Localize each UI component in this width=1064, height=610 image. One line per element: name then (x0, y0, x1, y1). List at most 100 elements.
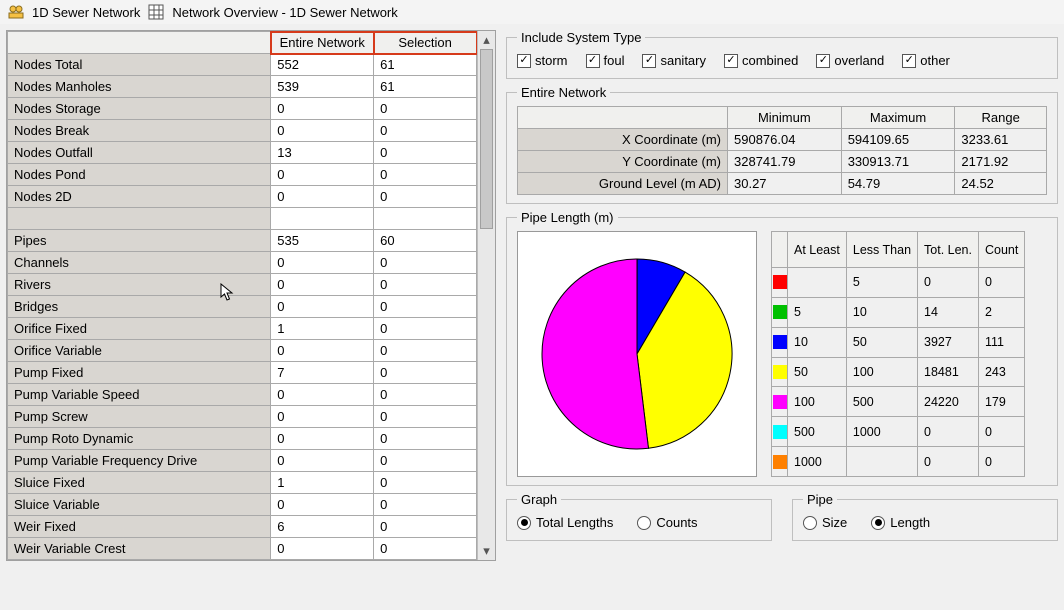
stats-row-label: Nodes Break (8, 120, 271, 142)
pipe-atleast: 100 (788, 387, 847, 417)
stats-row-entire: 0 (271, 428, 374, 450)
system-type-checkbox-foul[interactable]: ✓foul (586, 53, 625, 68)
extents-row-range: 2171.92 (955, 151, 1047, 173)
extents-row-label: Y Coordinate (m) (518, 151, 728, 173)
pipe-lessthan-header: Less Than (846, 232, 917, 268)
stats-row-selection: 0 (374, 340, 477, 362)
pipe-atleast: 1000 (788, 447, 847, 477)
pipe-length-legend: Pipe Length (m) (517, 210, 618, 225)
stats-row[interactable]: Bridges00 (8, 296, 477, 318)
stats-row[interactable]: Sluice Variable00 (8, 494, 477, 516)
stats-row-label: Weir Variable Crest (8, 538, 271, 560)
stats-row[interactable]: Nodes Pond00 (8, 164, 477, 186)
pipe-count: 0 (978, 268, 1024, 298)
pipe-atleast: 500 (788, 417, 847, 447)
stats-row-entire: 0 (271, 494, 374, 516)
extents-row-min: 30.27 (728, 173, 842, 195)
checkbox-label: other (920, 53, 950, 68)
stats-row[interactable]: Pump Roto Dynamic00 (8, 428, 477, 450)
pipe-group: Pipe SizeLength (792, 492, 1058, 541)
checkbox-icon: ✓ (642, 54, 656, 68)
pipe-length-table: At Least Less Than Tot. Len. Count 50051… (771, 231, 1025, 477)
system-type-checkbox-combined[interactable]: ✓combined (724, 53, 798, 68)
stats-row[interactable]: Nodes Break00 (8, 120, 477, 142)
stats-row-entire: 0 (271, 538, 374, 560)
stats-row[interactable]: Pump Variable Frequency Drive00 (8, 450, 477, 472)
pipe-radio-size[interactable]: Size (803, 515, 847, 530)
stats-row[interactable]: Weir Variable Crest00 (8, 538, 477, 560)
stats-row[interactable]: Orifice Fixed10 (8, 318, 477, 340)
stats-row[interactable]: Nodes Total55261 (8, 54, 477, 76)
stats-row[interactable]: Nodes Manholes53961 (8, 76, 477, 98)
pipe-count: 2 (978, 297, 1024, 327)
scroll-thumb[interactable] (480, 49, 493, 229)
stats-row[interactable]: Pipes53560 (8, 230, 477, 252)
pipe-lessthan: 100 (846, 357, 917, 387)
stats-row[interactable]: Pump Variable Speed00 (8, 384, 477, 406)
scroll-down-icon[interactable]: ▾ (478, 542, 495, 560)
graph-radio-counts[interactable]: Counts (637, 515, 697, 530)
pipe-lessthan: 500 (846, 387, 917, 417)
scroll-up-icon[interactable]: ▴ (478, 31, 495, 49)
graph-legend: Graph (517, 492, 561, 507)
stats-row-label: Nodes Outfall (8, 142, 271, 164)
stats-row-entire: 0 (271, 252, 374, 274)
radio-label-text: Length (890, 515, 930, 530)
extents-row-max: 594109.65 (841, 129, 955, 151)
checkbox-icon: ✓ (724, 54, 738, 68)
pie-chart (517, 231, 757, 477)
stats-row[interactable]: Rivers00 (8, 274, 477, 296)
extents-min-header: Minimum (728, 107, 842, 129)
stats-row[interactable]: Sluice Fixed10 (8, 472, 477, 494)
pipe-length-row: 500100000 (772, 417, 1025, 447)
stats-row[interactable]: Channels00 (8, 252, 477, 274)
stats-row[interactable]: Weir Fixed60 (8, 516, 477, 538)
stats-row-entire: 0 (271, 384, 374, 406)
stats-scrollbar[interactable]: ▴ ▾ (477, 31, 495, 560)
pipe-length-row: 500 (772, 268, 1025, 298)
pipe-atleast: 50 (788, 357, 847, 387)
pipe-length-group: Pipe Length (m) At Least Less Than Tot. … (506, 210, 1058, 486)
stats-row-selection: 0 (374, 318, 477, 340)
stats-row-entire: 6 (271, 516, 374, 538)
pipe-radio-length[interactable]: Length (871, 515, 930, 530)
stats-row[interactable]: Nodes Outfall130 (8, 142, 477, 164)
pipe-totlen: 24220 (918, 387, 979, 417)
stats-row-selection: 0 (374, 406, 477, 428)
stats-row-selection: 61 (374, 76, 477, 98)
stats-row-selection: 0 (374, 362, 477, 384)
system-type-checkbox-overland[interactable]: ✓overland (816, 53, 884, 68)
stats-table: Entire Network Selection Nodes Total5526… (7, 31, 477, 560)
system-type-group: Include System Type ✓storm✓foul✓sanitary… (506, 30, 1058, 79)
pipe-count: 0 (978, 417, 1024, 447)
pipe-swatch-header (772, 232, 788, 268)
stats-row-label: Nodes 2D (8, 186, 271, 208)
system-type-checkbox-other[interactable]: ✓other (902, 53, 950, 68)
title-network: 1D Sewer Network (32, 5, 140, 20)
graph-radio-total-lengths[interactable]: Total Lengths (517, 515, 613, 530)
checkbox-icon: ✓ (517, 54, 531, 68)
stats-row-entire: 0 (271, 186, 374, 208)
stats-row[interactable]: Nodes Storage00 (8, 98, 477, 120)
pipe-length-row: 10050024220179 (772, 387, 1025, 417)
stats-row-selection: 0 (374, 142, 477, 164)
pipe-atleast: 5 (788, 297, 847, 327)
checkbox-label: storm (535, 53, 568, 68)
system-type-checkbox-storm[interactable]: ✓ storm (517, 53, 568, 68)
stats-row[interactable]: Orifice Variable00 (8, 340, 477, 362)
title-overview: Network Overview - 1D Sewer Network (172, 5, 397, 20)
stats-row-selection: 0 (374, 98, 477, 120)
stats-row[interactable]: Nodes 2D00 (8, 186, 477, 208)
stats-header-selection[interactable]: Selection (374, 32, 477, 54)
stats-row-selection: 0 (374, 538, 477, 560)
pipe-atleast: 10 (788, 327, 847, 357)
system-type-checkbox-sanitary[interactable]: ✓sanitary (642, 53, 706, 68)
stats-row-label: Nodes Storage (8, 98, 271, 120)
stats-row[interactable] (8, 208, 477, 230)
pipe-totlen: 14 (918, 297, 979, 327)
stats-row[interactable]: Pump Fixed70 (8, 362, 477, 384)
stats-header-entire[interactable]: Entire Network (271, 32, 374, 54)
extents-table: Minimum Maximum Range X Coordinate (m)59… (517, 106, 1047, 195)
stats-row[interactable]: Pump Screw00 (8, 406, 477, 428)
stats-row-entire: 0 (271, 98, 374, 120)
